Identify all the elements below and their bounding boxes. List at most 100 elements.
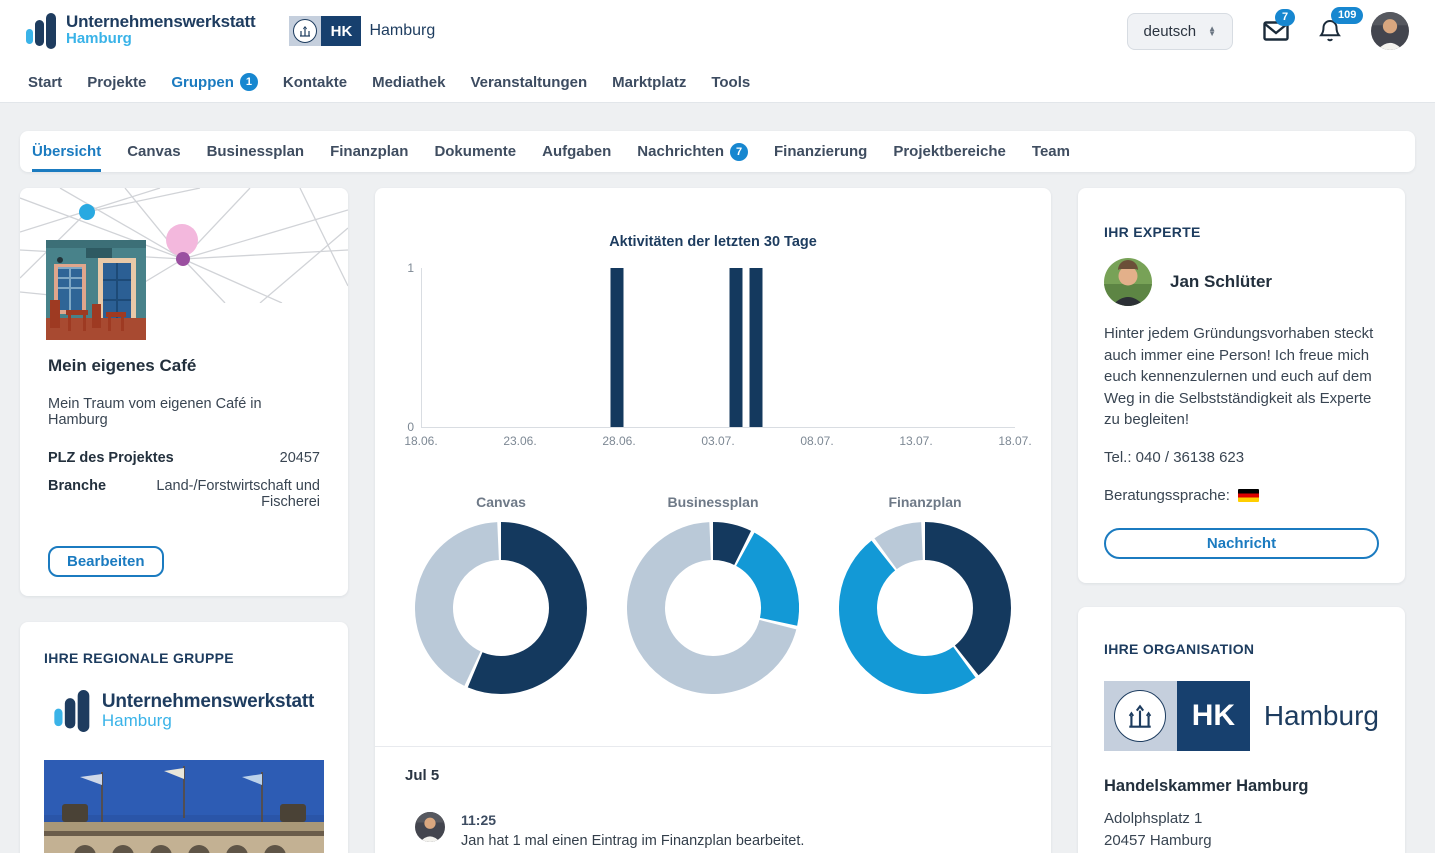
tab-finanzierung[interactable]: Finanzierung: [774, 131, 867, 172]
org-logo-city: Hamburg: [1250, 681, 1379, 751]
group-brand-name: Unternehmenswerkstatt: [102, 692, 314, 712]
brand-city: Hamburg: [66, 31, 255, 47]
tab-team[interactable]: Team: [1032, 131, 1070, 172]
donut-businessplan: Businessplan: [627, 494, 799, 699]
x-axis-tick: 03.07.: [701, 434, 734, 448]
branche-value: Land-/Forstwirtschaft und Fischerei: [106, 478, 320, 510]
project-card: Mein eigenes Café Mein Traum vom eigenen…: [20, 188, 348, 596]
notifications-button[interactable]: 109: [1319, 19, 1341, 43]
tab-canvas[interactable]: Canvas: [127, 131, 180, 172]
nav-item-start[interactable]: Start: [28, 74, 62, 91]
message-expert-button[interactable]: Nachricht: [1104, 528, 1379, 559]
tab-label: Finanzierung: [774, 143, 867, 160]
org-emblem-box: [1104, 681, 1177, 751]
donut-canvas: Canvas: [415, 494, 587, 699]
org-abbr: HK: [1177, 681, 1250, 751]
expert-bio: Hinter jedem Gründungsvorhaben steckt au…: [1104, 323, 1379, 431]
nav-item-marktplatz[interactable]: Marktplatz: [612, 74, 686, 91]
consulting-language-label: Beratungssprache:: [1104, 487, 1230, 504]
user-avatar[interactable]: [1371, 12, 1409, 50]
group-logo[interactable]: Unternehmenswerkstatt Hamburg: [44, 690, 324, 732]
nav-badge: 1: [240, 73, 258, 91]
organisation-address: Adolphsplatz 1 20457 Hamburg: [1104, 808, 1379, 853]
regional-group-card: IHRE REGIONALE GRUPPE Unternehmenswerkst…: [20, 622, 348, 853]
tab-finanzplan[interactable]: Finanzplan: [330, 131, 408, 172]
progress-donuts: Canvas Businessplan Finanzplan: [405, 494, 1021, 699]
organisation-logo: HK Hamburg: [1104, 681, 1379, 751]
x-axis-tick: 08.07.: [800, 434, 833, 448]
branche-label: Branche: [48, 478, 106, 510]
tab-übersicht[interactable]: Übersicht: [32, 131, 101, 172]
edit-project-button[interactable]: Bearbeiten: [48, 546, 164, 577]
tab-label: Übersicht: [32, 143, 101, 160]
activity-bar-05.07.: [749, 268, 762, 427]
y-axis-tick: 1: [407, 261, 414, 275]
y-axis-tick: 0: [407, 420, 414, 434]
organisation-street: Adolphsplatz 1: [1104, 808, 1379, 831]
organisation-city: 20457 Hamburg: [1104, 830, 1379, 853]
nav-item-label: Gruppen: [171, 74, 234, 91]
partner-abbr: HK: [321, 16, 361, 46]
partner-city: Hamburg: [369, 22, 435, 40]
tab-nachrichten[interactable]: Nachrichten 7: [637, 131, 748, 172]
hamburg-emblem-icon: [1114, 690, 1166, 742]
messages-badge: 7: [1275, 9, 1295, 26]
tab-badge: 7: [730, 143, 748, 161]
nav-item-mediathek[interactable]: Mediathek: [372, 74, 445, 91]
x-axis-tick: 28.06.: [602, 434, 635, 448]
nav-item-kontakte[interactable]: Kontakte: [283, 74, 347, 91]
nav-item-veranstaltungen[interactable]: Veranstaltungen: [470, 74, 587, 91]
tab-label: Team: [1032, 143, 1070, 160]
activity-chart-x-axis: 18.06.23.06.28.06.03.07.08.07.13.07.18.0…: [421, 434, 1015, 452]
activity-bar-28.06.: [611, 268, 624, 427]
nav-item-label: Mediathek: [372, 74, 445, 91]
project-plz-row: PLZ des Projektes 20457: [48, 450, 320, 466]
organisation-name: Handelskammer Hamburg: [1104, 777, 1379, 796]
german-flag-icon: [1238, 489, 1259, 502]
language-select[interactable]: deutsch ▲▼: [1127, 13, 1233, 50]
tab-dokumente[interactable]: Dokumente: [434, 131, 516, 172]
nav-item-label: Tools: [711, 74, 750, 91]
chevron-updown-icon: ▲▼: [1208, 26, 1216, 36]
project-tabbar: Übersicht Canvas Businessplan Finanzplan Dok…: [20, 131, 1415, 172]
nav-item-label: Kontakte: [283, 74, 347, 91]
feed-entry-text: Jan hat 1 mal einen Eintrag im Finanzpla…: [461, 833, 804, 849]
expert-name: Jan Schlüter: [1170, 272, 1272, 292]
messages-button[interactable]: 7: [1263, 21, 1289, 41]
partner-emblem-box: [289, 16, 321, 46]
project-image: [46, 240, 146, 340]
project-title: Mein eigenes Café: [48, 356, 320, 376]
brand-logo[interactable]: Unternehmenswerkstatt Hamburg: [26, 13, 255, 49]
x-axis-tick: 18.06.: [404, 434, 437, 448]
tab-label: Nachrichten: [637, 143, 724, 160]
nav-item-label: Projekte: [87, 74, 146, 91]
group-building-image: [44, 760, 324, 853]
donut-finanzplan: Finanzplan: [839, 494, 1011, 699]
tab-projektbereiche[interactable]: Projektbereiche: [893, 131, 1006, 172]
tab-label: Businessplan: [207, 143, 305, 160]
tab-label: Canvas: [127, 143, 180, 160]
activity-feed: 11:25 Jan hat 1 mal einen Eintrag im Fina…: [405, 812, 1021, 849]
nav-item-projekte[interactable]: Projekte: [87, 74, 146, 91]
nav-item-label: Veranstaltungen: [470, 74, 587, 91]
project-branche-row: Branche Land-/Forstwirtschaft und Fische…: [48, 478, 320, 510]
nav-item-gruppen[interactable]: Gruppen 1: [171, 73, 258, 91]
x-axis-tick: 13.07.: [899, 434, 932, 448]
brand-name: Unternehmenswerkstatt: [66, 13, 255, 31]
organisation-heading: IHRE ORGANISATION: [1104, 641, 1379, 657]
feed-entry-time: 11:25: [461, 812, 804, 828]
nav-item-label: Start: [28, 74, 62, 91]
nav-item-tools[interactable]: Tools: [711, 74, 750, 91]
project-description: Mein Traum vom eigenen Café in Hamburg: [48, 396, 320, 428]
x-axis-tick: 18.07.: [998, 434, 1031, 448]
tab-aufgaben[interactable]: Aufgaben: [542, 131, 611, 172]
activity-bar-chart: 10: [421, 268, 1015, 428]
tab-businessplan[interactable]: Businessplan: [207, 131, 305, 172]
feed-entry: 11:25 Jan hat 1 mal einen Eintrag im Fina…: [415, 812, 1021, 849]
tab-label: Aufgaben: [542, 143, 611, 160]
group-brand-icon: [54, 690, 92, 732]
donut-title: Businessplan: [627, 494, 799, 510]
feed-entry-avatar: [415, 812, 445, 842]
x-axis-tick: 23.06.: [503, 434, 536, 448]
expert-heading: IHR EXPERTE: [1104, 224, 1379, 240]
